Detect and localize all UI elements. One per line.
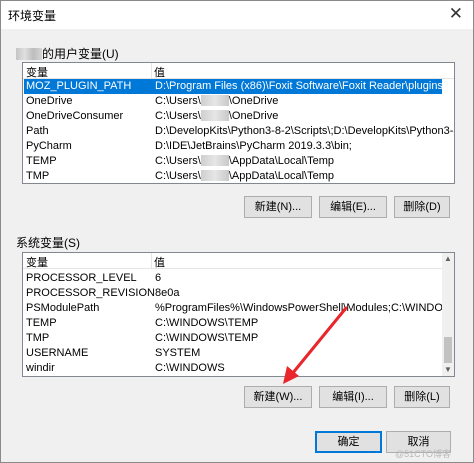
close-icon[interactable]: ✕	[449, 4, 463, 24]
column-header-value[interactable]: 值	[154, 64, 165, 80]
ok-button[interactable]: 确定	[315, 431, 382, 453]
watermark: @51CTO博客	[395, 449, 451, 459]
column-separator[interactable]	[151, 63, 152, 79]
variable-name: PSModulePath	[26, 302, 100, 314]
variable-value: D:\Program Files (x86)\Foxit Software\Fo…	[155, 80, 446, 92]
table-row[interactable]: PyCharm D:\IDE\JetBrains\PyCharm 2019.3.3…	[24, 139, 442, 154]
system-variables-label: 系统变量(S)	[16, 236, 80, 250]
value-suffix: \OneDrive	[228, 110, 279, 122]
variable-name: Path	[26, 125, 49, 137]
user-variables-label: 的用户变量(U)	[16, 45, 119, 62]
redacted-username	[200, 110, 229, 121]
redacted-username	[16, 48, 42, 60]
system-new-button[interactable]: 新建(W)...	[244, 386, 312, 408]
scroll-down-icon[interactable]: ▼	[442, 364, 454, 376]
redacted-username	[200, 155, 229, 166]
table-row[interactable]: PSModulePath %ProgramFiles%\WindowsPowerS…	[24, 301, 454, 316]
table-row[interactable]: PROCESSOR_LEVEL 6	[24, 271, 442, 286]
environment-variables-dialog: 环境变量 ✕ 的用户变量(U) 变量 值 MOZ_PLUGIN_PATH D:\P…	[0, 0, 474, 463]
system-edit-button[interactable]: 编辑(I)...	[319, 386, 387, 408]
variable-name: PROCESSOR_REVISION	[26, 287, 155, 299]
variable-value: SYSTEM	[155, 347, 201, 359]
table-row[interactable]: TEMP C:\WINDOWS\TEMP	[24, 316, 442, 331]
redacted-username	[200, 170, 229, 181]
scrollbar-thumb[interactable]	[444, 337, 452, 363]
variable-name: TMP	[26, 170, 50, 182]
user-new-button[interactable]: 新建(N)...	[244, 196, 312, 218]
column-header-variable[interactable]: 变量	[26, 254, 48, 270]
value-suffix: \OneDrive	[228, 95, 279, 107]
variable-value: C:\Users\ \OneDrive	[155, 94, 278, 109]
variable-value: C:\Users\ \AppData\Local\Temp	[155, 169, 335, 183]
variable-name: USERNAME	[26, 347, 89, 359]
value-prefix: C:\Users\	[155, 95, 201, 107]
value-prefix: C:\Users\	[155, 170, 201, 182]
variable-value: C:\Users\ \OneDrive	[155, 109, 278, 124]
user-edit-button[interactable]: 编辑(E)...	[319, 196, 387, 218]
variable-value: %ProgramFiles%\WindowsPowerShell\Modules…	[155, 302, 455, 314]
list-header: 变量 值	[23, 253, 454, 269]
table-row[interactable]: windir C:\WINDOWS	[24, 361, 442, 376]
table-row[interactable]: MOZ_PLUGIN_PATH D:\Program Files (x86)\Fo…	[24, 79, 446, 94]
user-variables-label-text: 的用户变量(U)	[42, 47, 119, 61]
variable-name: PyCharm	[26, 140, 72, 152]
variable-name: MOZ_PLUGIN_PATH	[26, 80, 132, 92]
vertical-scrollbar[interactable]: ▲ ▼	[442, 253, 454, 376]
table-row[interactable]: PROCESSOR_REVISION 8e0a	[24, 286, 442, 301]
table-row[interactable]: TEMP C:\Users\ \AppData\Local\Temp	[24, 154, 442, 169]
variable-name: TEMP	[26, 317, 57, 329]
variable-name: TMP	[26, 332, 50, 344]
variable-value: C:\WINDOWS	[155, 362, 225, 374]
variable-value: 8e0a	[155, 287, 180, 299]
table-row[interactable]: TMP C:\Users\ \AppData\Local\Temp	[24, 169, 442, 183]
system-variables-list[interactable]: 变量 值 PROCESSOR_LEVEL 6 PROCESSOR_REVISION 8…	[22, 252, 455, 377]
column-header-variable[interactable]: 变量	[26, 64, 48, 80]
variable-name: PROCESSOR_LEVEL	[26, 272, 137, 284]
variable-value: C:\WINDOWS\TEMP	[155, 332, 259, 344]
variable-name: OneDrive	[26, 95, 73, 107]
variable-value: 6	[155, 272, 162, 284]
table-row[interactable]: OneDrive C:\Users\ \OneDrive	[24, 94, 442, 109]
variable-value: D:\DevelopKits\Python3-8-2\Scripts\;D:\D…	[155, 125, 455, 137]
variable-name: OneDriveConsumer	[26, 110, 124, 122]
user-delete-button[interactable]: 删除(D)	[394, 196, 450, 218]
variable-value: C:\WINDOWS\TEMP	[155, 317, 259, 329]
column-separator[interactable]	[151, 253, 152, 269]
table-row[interactable]: USERNAME SYSTEM	[24, 346, 442, 361]
list-header: 变量 值	[23, 63, 454, 79]
redacted-username	[200, 95, 229, 106]
variable-name: windir	[26, 362, 55, 374]
table-row[interactable]: Path D:\DevelopKits\Python3-8-2\Scripts\;…	[24, 124, 454, 139]
system-delete-button[interactable]: 删除(L)	[394, 386, 450, 408]
variable-value: C:\Users\ \AppData\Local\Temp	[155, 154, 334, 169]
variable-name: TEMP	[26, 155, 57, 167]
value-prefix: C:\Users\	[155, 155, 201, 167]
value-prefix: C:\Users\	[155, 110, 201, 122]
title-bar[interactable]: 环境变量 ✕	[1, 1, 473, 29]
scroll-up-icon[interactable]: ▲	[442, 253, 454, 265]
table-row[interactable]: OneDriveConsumer C:\Users\ \OneDrive	[24, 109, 442, 124]
value-suffix: \AppData\Local\Temp	[228, 155, 335, 167]
column-header-value[interactable]: 值	[154, 254, 165, 270]
user-variables-list[interactable]: 变量 值 MOZ_PLUGIN_PATH D:\Program Files (x8…	[22, 62, 455, 184]
table-row[interactable]: TMP C:\WINDOWS\TEMP	[24, 331, 442, 346]
value-suffix: \AppData\Local\Temp	[228, 170, 335, 182]
variable-value: D:\IDE\JetBrains\PyCharm 2019.3.3\bin;	[155, 140, 352, 152]
dialog-title: 环境变量	[8, 9, 57, 23]
